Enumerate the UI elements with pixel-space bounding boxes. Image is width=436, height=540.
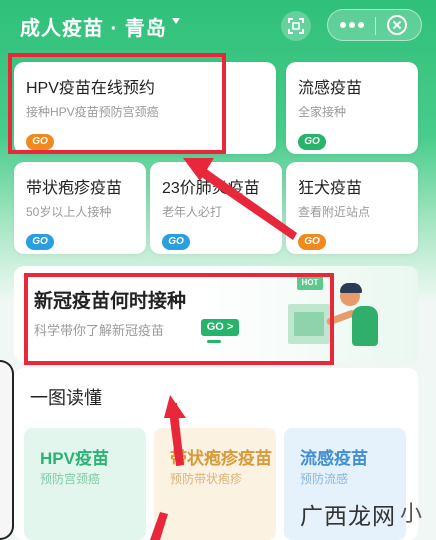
capsule-divider (375, 17, 376, 35)
go-button[interactable]: GO (162, 234, 190, 250)
card-title: 23价肺炎疫苗 (162, 180, 260, 197)
infographic-title: 流感疫苗 (300, 449, 368, 468)
city-dropdown-icon[interactable] (172, 18, 180, 24)
watermark-logo: 小 (400, 501, 423, 526)
mini-program-capsule (327, 9, 422, 41)
illustration-hair (340, 283, 362, 293)
go-button[interactable]: GO (298, 234, 326, 250)
card-pneumonia-vaccine[interactable]: 23价肺炎疫苗 老年人必打 GO (150, 162, 282, 254)
infographic-subtitle: 预防流感 (300, 472, 349, 486)
highlight-frame-covid (24, 273, 334, 365)
more-dots-icon[interactable] (340, 22, 364, 28)
card-subtitle: 老年人必打 (162, 205, 223, 219)
section-title: 一图读懂 (30, 388, 102, 408)
device-edge (0, 360, 14, 540)
card-title: 狂犬疫苗 (298, 180, 363, 197)
card-subtitle: 50岁以上人接种 (26, 205, 112, 219)
highlight-frame-hpv (8, 53, 226, 154)
card-shingles-vaccine[interactable]: 带状疱疹疫苗 50岁以上人接种 GO (14, 162, 146, 254)
close-circle-icon[interactable] (387, 15, 407, 35)
illustration-person (352, 306, 378, 346)
infographic-title: HPV疫苗 (40, 449, 109, 468)
infographic-card-shingles[interactable]: 带状疱疹疫苗 预防带状疱疹 (154, 428, 276, 540)
go-button[interactable]: GO (26, 234, 54, 250)
card-title: 流感疫苗 (298, 80, 363, 97)
page-title[interactable]: 成人疫苗 · 青岛 (20, 12, 167, 41)
go-button[interactable]: GO (298, 134, 326, 150)
app-header: 成人疫苗 · 青岛 (0, 0, 436, 52)
card-rabies-vaccine[interactable]: 狂犬疫苗 查看附近站点 GO (286, 162, 418, 254)
watermark-text: 广西龙网 (300, 503, 396, 529)
card-title: 带状疱疹疫苗 (26, 180, 123, 197)
card-subtitle: 查看附近站点 (298, 205, 371, 219)
infographic-card-hpv[interactable]: HPV疫苗 预防宫颈癌 (24, 428, 146, 540)
scan-glyph (288, 18, 304, 34)
card-flu-vaccine[interactable]: 流感疫苗 全家接种 GO (286, 62, 418, 154)
scan-icon[interactable] (281, 11, 311, 41)
infographic-subtitle: 预防带状疱疹 (170, 472, 243, 486)
card-subtitle: 全家接种 (298, 105, 347, 119)
infographic-subtitle: 预防宫颈癌 (40, 472, 101, 486)
infographic-title: 带状疱疹疫苗 (170, 449, 272, 468)
